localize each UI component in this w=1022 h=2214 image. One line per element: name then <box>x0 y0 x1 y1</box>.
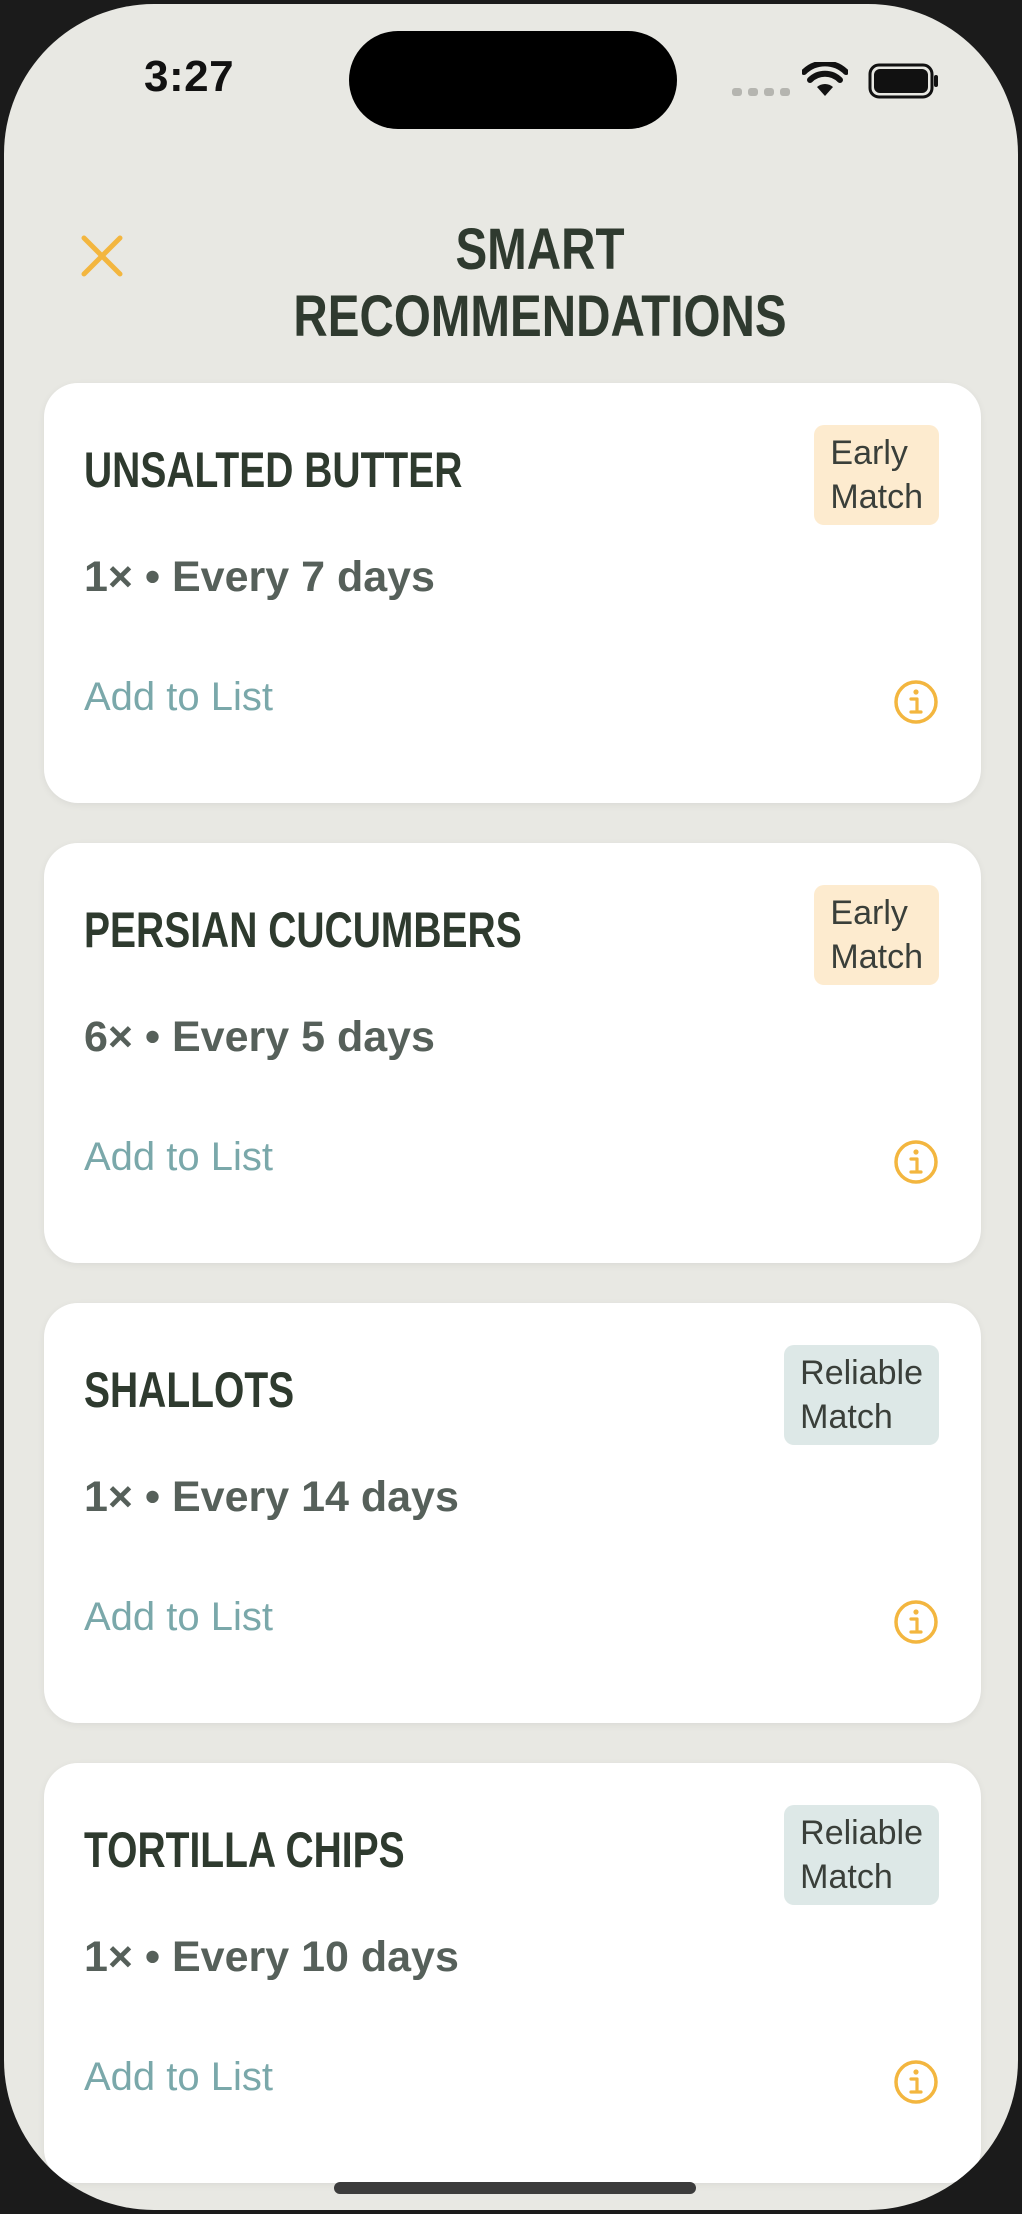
info-icon[interactable] <box>893 2059 939 2105</box>
device-frame: 3:27 SMART RECOMMENDATIONS UNSALTED BUTT… <box>0 0 1022 2214</box>
status-time: 3:27 <box>144 52 235 101</box>
match-badge: Early Match <box>814 425 939 525</box>
add-to-list-button[interactable]: Add to List <box>84 2055 273 2100</box>
badge-line-1: Early <box>830 434 908 472</box>
purchase-frequency: 1× • Every 10 days <box>84 1933 459 1981</box>
purchase-frequency: 1× • Every 7 days <box>84 553 435 601</box>
recommendation-card: SHALLOTS Reliable Match 1× • Every 14 da… <box>44 1303 981 1723</box>
add-to-list-button[interactable]: Add to List <box>84 1135 273 1180</box>
match-badge: Reliable Match <box>784 1345 939 1445</box>
badge-line-2: Match <box>800 1858 893 1896</box>
item-name: TORTILLA CHIPS <box>84 1822 405 1878</box>
recommendation-card: PERSIAN CUCUMBERS Early Match 6× • Every… <box>44 843 981 1263</box>
purchase-frequency: 6× • Every 5 days <box>84 1013 435 1061</box>
screen: 3:27 SMART RECOMMENDATIONS UNSALTED BUTT… <box>4 4 1018 2210</box>
info-icon[interactable] <box>893 1599 939 1645</box>
item-name: PERSIAN CUCUMBERS <box>84 902 522 958</box>
recommendation-card: UNSALTED BUTTER Early Match 1× • Every 7… <box>44 383 981 803</box>
wifi-icon <box>802 62 848 96</box>
add-to-list-button[interactable]: Add to List <box>84 1595 273 1640</box>
cellular-signal-icon <box>732 88 790 96</box>
purchase-frequency: 1× • Every 14 days <box>84 1473 459 1521</box>
item-name: SHALLOTS <box>84 1362 295 1418</box>
close-x-icon <box>81 235 123 277</box>
badge-line-1: Reliable <box>800 1354 923 1392</box>
match-badge: Early Match <box>814 885 939 985</box>
badge-line-2: Match <box>800 1398 893 1436</box>
match-badge: Reliable Match <box>784 1805 939 1905</box>
dynamic-island <box>349 31 677 129</box>
recommendation-card: TORTILLA CHIPS Reliable Match 1× • Every… <box>44 1763 981 2183</box>
info-icon[interactable] <box>893 1139 939 1185</box>
badge-line-1: Reliable <box>800 1814 923 1852</box>
add-to-list-button[interactable]: Add to List <box>84 675 273 720</box>
badge-line-1: Early <box>830 894 908 932</box>
item-name: UNSALTED BUTTER <box>84 442 463 498</box>
battery-icon <box>868 63 938 99</box>
badge-line-2: Match <box>830 478 923 516</box>
badge-line-2: Match <box>830 938 923 976</box>
info-icon[interactable] <box>893 679 939 725</box>
close-button[interactable] <box>72 226 132 286</box>
page-title: SMART RECOMMENDATIONS <box>293 217 787 349</box>
home-indicator[interactable] <box>334 2182 696 2194</box>
